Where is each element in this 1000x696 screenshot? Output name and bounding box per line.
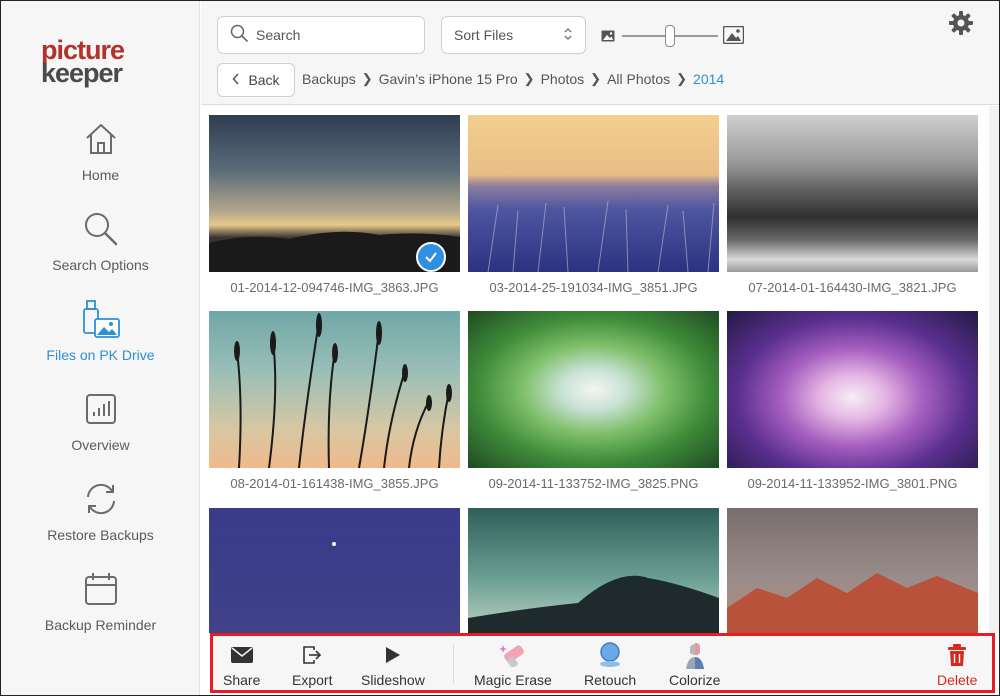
photo-tile[interactable]	[727, 508, 978, 633]
photo-filename: 08-2014-01-161438-IMG_3855.JPG	[230, 476, 439, 491]
sync-icon	[81, 479, 121, 519]
photo-tile[interactable]: 01-2014-12-094746-IMG_3863.JPG	[209, 115, 460, 295]
photo-filename: 09-2014-11-133752-IMG_3825.PNG	[488, 476, 699, 491]
toolbar-divider	[453, 644, 454, 684]
sort-files-dropdown[interactable]: Sort Files	[441, 16, 586, 54]
play-icon	[385, 642, 401, 668]
usb-drive-photo-icon	[81, 299, 121, 339]
breadcrumb: Backups ❯ Gavin’s iPhone 15 Pro ❯ Photos…	[302, 71, 724, 87]
search-input[interactable]	[256, 27, 416, 43]
sidebar-item-search-options[interactable]: Search Options	[1, 193, 200, 273]
magic-erase-label: Magic Erase	[474, 672, 552, 688]
photo-filename: 01-2014-12-094746-IMG_3863.JPG	[230, 280, 439, 295]
photo-thumbnail[interactable]	[468, 311, 719, 468]
retouch-label: Retouch	[584, 672, 637, 688]
chevron-right-icon: ❯	[361, 71, 373, 86]
export-button[interactable]: Export	[292, 642, 332, 692]
back-button[interactable]: Back	[217, 63, 295, 97]
search-box[interactable]	[217, 16, 425, 54]
photo-thumbnail[interactable]	[209, 508, 460, 633]
sidebar-item-label: Search Options	[52, 257, 149, 273]
photo-thumbnail[interactable]	[209, 311, 460, 468]
photo-tile[interactable]: 07-2014-01-164430-IMG_3821.JPG	[727, 115, 978, 295]
trash-icon	[947, 642, 967, 668]
chevron-right-icon: ❯	[590, 71, 602, 86]
picture-keeper-logo: picture keeper	[41, 37, 161, 91]
sidebar-item-home[interactable]: Home	[1, 103, 200, 183]
breadcrumb-item[interactable]: All Photos	[607, 71, 670, 87]
sort-files-label: Sort Files	[454, 27, 514, 43]
sidebar-item-backup-reminder[interactable]: Backup Reminder	[1, 553, 200, 633]
sidebar-item-label: Home	[81, 167, 120, 183]
sidebar-item-label: Backup Reminder	[44, 617, 157, 633]
sidebar-item-overview[interactable]: Overview	[1, 373, 200, 453]
selected-check-icon[interactable]	[416, 242, 446, 272]
sidebar-item-label: Overview	[71, 437, 130, 453]
sidebar-item-files-on-pk-drive[interactable]: Files on PK Drive	[1, 283, 200, 363]
search-icon	[81, 209, 121, 249]
photo-tile[interactable]	[209, 508, 460, 633]
retouch-mirror-icon	[598, 642, 622, 668]
export-icon	[302, 642, 322, 668]
photo-thumbnail[interactable]	[468, 115, 719, 272]
photo-grid: 01-2014-12-094746-IMG_3863.JPG 03-2014-2…	[201, 106, 989, 633]
search-icon	[230, 24, 248, 47]
photo-tile[interactable]: 09-2014-11-133952-IMG_3801.PNG	[727, 311, 978, 491]
envelope-icon	[230, 642, 253, 668]
share-label: Share	[223, 672, 261, 688]
thumbnail-size-slider[interactable]	[601, 23, 746, 49]
breadcrumb-item[interactable]: Backups	[302, 71, 356, 87]
eraser-sparkle-icon	[498, 642, 528, 668]
bottom-action-toolbar: Share Export Slideshow Magic Erase Retou…	[210, 633, 995, 693]
export-label: Export	[292, 672, 333, 688]
photo-thumbnail[interactable]	[209, 115, 460, 272]
slideshow-button[interactable]: Slideshow	[361, 642, 425, 692]
chevron-up-down-icon	[563, 26, 573, 45]
calendar-icon	[81, 569, 121, 609]
photo-thumbnail[interactable]	[727, 508, 978, 633]
back-button-label: Back	[248, 72, 280, 88]
photo-tile[interactable]: 09-2014-11-133752-IMG_3825.PNG	[468, 311, 719, 491]
chevron-right-icon: ❯	[676, 71, 688, 86]
small-image-icon	[601, 29, 615, 47]
sidebar-item-label: Files on PK Drive	[46, 347, 155, 363]
photo-filename: 09-2014-11-133952-IMG_3801.PNG	[747, 476, 958, 491]
chevron-right-icon: ❯	[523, 71, 535, 86]
sidebar-item-restore-backups[interactable]: Restore Backups	[1, 463, 200, 543]
app-window: picture keeper Home Search Options Files…	[0, 0, 1000, 696]
logo-text-keeper: keeper	[41, 58, 123, 88]
vertical-scrollbar[interactable]	[989, 106, 999, 633]
breadcrumb-item[interactable]: Photos	[541, 71, 585, 87]
photo-tile[interactable]: 03-2014-25-191034-IMG_3851.JPG	[468, 115, 719, 295]
large-image-icon	[722, 25, 745, 49]
photo-tile[interactable]	[468, 508, 719, 633]
photo-thumbnail[interactable]	[727, 115, 978, 272]
photo-tile[interactable]: 08-2014-01-161438-IMG_3855.JPG	[209, 311, 460, 491]
photo-thumbnail[interactable]	[727, 311, 978, 468]
settings-gear-icon[interactable]	[948, 10, 974, 36]
slideshow-label: Slideshow	[361, 672, 425, 688]
delete-label: Delete	[937, 672, 978, 688]
breadcrumb-current: 2014	[693, 71, 725, 87]
delete-button[interactable]: Delete	[937, 642, 977, 692]
retouch-button[interactable]: Retouch	[584, 642, 636, 692]
share-button[interactable]: Share	[223, 642, 260, 692]
colorize-button[interactable]: Colorize	[669, 642, 720, 692]
breadcrumb-item[interactable]: Gavin’s iPhone 15 Pro	[379, 71, 518, 87]
sidebar: picture keeper Home Search Options Files…	[1, 1, 200, 695]
colorize-label: Colorize	[669, 672, 721, 688]
sidebar-item-label: Restore Backups	[47, 527, 154, 543]
home-icon	[81, 119, 121, 159]
magic-erase-button[interactable]: Magic Erase	[474, 642, 552, 692]
header: Sort Files	[201, 1, 999, 105]
slider-thumb[interactable]	[665, 25, 675, 47]
colorize-portrait-icon	[682, 642, 708, 669]
photo-filename: 07-2014-01-164430-IMG_3821.JPG	[748, 280, 957, 295]
photo-filename: 03-2014-25-191034-IMG_3851.JPG	[489, 280, 698, 295]
photo-thumbnail[interactable]	[468, 508, 719, 633]
chevron-left-icon	[232, 72, 240, 88]
chart-icon	[81, 389, 121, 429]
